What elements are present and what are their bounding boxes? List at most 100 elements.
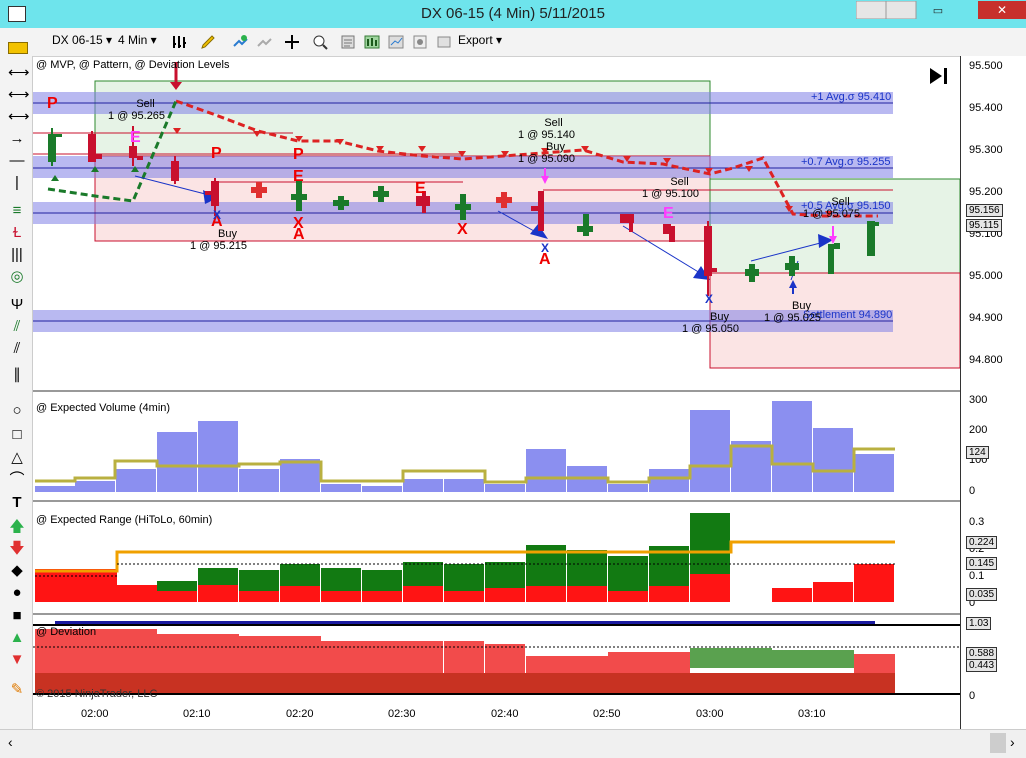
minimize-button[interactable] [856, 1, 887, 19]
price-axis[interactable]: 95.500 95.400 95.300 95.200 95.100 95.00… [960, 56, 1026, 729]
time-tick: 02:30 [388, 708, 416, 720]
trade-label: Buy 1 @ 95.050 [682, 311, 740, 335]
fibonacci-retracement-icon[interactable]: ≡ [8, 202, 26, 220]
instrument-label: DX 06-15 [52, 33, 103, 47]
time-tick: 02:20 [286, 708, 314, 720]
data-box-icon[interactable] [364, 34, 380, 50]
title-bar: DX 06-15 (4 Min) 5/11/2015 ✕ ▭ [0, 0, 1026, 28]
triangle-icon[interactable]: △ [8, 449, 26, 467]
dot-icon[interactable]: ● [8, 584, 26, 602]
export-label: Export [458, 33, 493, 47]
ellipse-icon[interactable]: ○ [8, 402, 26, 420]
horizontal-scrollbar[interactable]: ‹ › [0, 729, 1026, 758]
pattern-letter: P [211, 145, 222, 162]
svg-text:X: X [705, 292, 713, 306]
volume-panel [35, 401, 895, 492]
period-label: 4 Min [118, 33, 148, 47]
triangle-down-icon[interactable]: ▼ [8, 651, 26, 669]
andrews-pitchfork-icon[interactable]: Ψ [8, 296, 26, 314]
properties-icon[interactable] [340, 34, 356, 50]
price-tick: 95.000 [969, 270, 1003, 282]
range-tick: 0.1 [969, 570, 985, 582]
fibonacci-extension-icon[interactable]: Ɫ [8, 224, 26, 242]
pattern-letter: E [663, 205, 674, 222]
range-marker: 0.145 [966, 557, 998, 570]
range-panel-label: @ Expected Range (HiToLo, 60min) [36, 514, 213, 526]
period-selector[interactable]: 4 Min ▾ [118, 33, 157, 47]
value-zone-right-green [709, 178, 960, 274]
range-marker: 0.035 [966, 588, 998, 601]
time-tick: 02:50 [593, 708, 621, 720]
crosshair-icon[interactable] [284, 34, 300, 50]
gann-fan-icon[interactable]: ⫽ [8, 318, 26, 336]
trade-label: Buy 1 @ 95.090 [518, 141, 576, 165]
next-bar-icon[interactable] [930, 68, 947, 84]
horizontal-line-icon[interactable]: — [8, 152, 26, 170]
vertical-line-icon[interactable]: | [8, 174, 26, 192]
pattern-letter: P [293, 146, 304, 163]
snapshot-icon[interactable] [436, 34, 452, 50]
time-tick: 03:10 [798, 708, 826, 720]
volume-marker: 124 [966, 446, 989, 459]
arc-icon[interactable]: ⌒ [8, 471, 26, 489]
volume-tick: 200 [969, 424, 988, 436]
deviation-panel-label: @ Deviation [36, 626, 97, 638]
chart-area[interactable]: P E P P E E X X A A A E XXX @ MVP, @ Pat… [33, 56, 960, 729]
fibonacci-circle-icon[interactable]: ◎ [8, 268, 26, 286]
arrow-down-icon[interactable]: 🡇 [8, 540, 26, 558]
triangle-up-icon[interactable]: ▲ [8, 629, 26, 647]
ruler-icon[interactable] [8, 42, 28, 54]
pencil-icon[interactable] [200, 34, 216, 50]
pattern-letter: E [415, 180, 426, 197]
remove-drawings-icon[interactable]: ✎ [8, 681, 26, 699]
instrument-link-icon[interactable] [412, 34, 428, 50]
pattern-letter: P [47, 95, 58, 112]
price-tick: 94.800 [969, 354, 1003, 366]
restore-button[interactable] [885, 1, 917, 19]
time-tick: 03:00 [696, 708, 724, 720]
chart-trader-icon[interactable] [388, 34, 404, 50]
scroll-thumb[interactable] [990, 733, 1006, 753]
extended-line-icon[interactable]: ⟷ [8, 86, 30, 104]
level-label: +0.7 Avg.σ 95.255 [801, 156, 891, 168]
time-tick: 02:40 [491, 708, 519, 720]
price-marker: 95.156 [966, 204, 1003, 217]
diamond-icon[interactable]: ◆ [8, 562, 26, 580]
range-tick: 0.3 [969, 516, 985, 528]
text-tool-icon[interactable]: T [8, 494, 26, 512]
time-axis[interactable]: 02:00 02:10 02:20 02:30 02:40 02:50 03:0… [33, 705, 960, 729]
add-indicator-icon[interactable] [232, 34, 248, 50]
zoom-icon[interactable] [312, 34, 328, 50]
time-tick: 02:00 [81, 708, 109, 720]
pattern-letter: A [293, 226, 305, 243]
strategy-icon[interactable] [256, 34, 272, 50]
volume-tick: 0 [969, 485, 976, 497]
regression-channel-icon[interactable]: ⫽ [8, 340, 26, 358]
square-icon[interactable]: ■ [8, 607, 26, 625]
trade-label: Sell 1 @ 95.140 [518, 117, 576, 141]
arrow-up-icon[interactable]: 🡅 [8, 518, 26, 536]
time-zones-icon[interactable]: ||| [8, 246, 26, 264]
bar-type-icon[interactable] [172, 34, 188, 50]
scroll-right-icon[interactable]: › [1010, 734, 1015, 750]
export-menu[interactable]: Export ▾ [458, 33, 502, 47]
deviation-tick: 0 [969, 690, 976, 702]
arrow-line-icon[interactable]: → [8, 130, 26, 148]
scroll-left-icon[interactable]: ‹ [8, 734, 13, 750]
level-label: +1 Avg.σ 95.410 [811, 91, 892, 103]
line-tool-icon[interactable]: ⟷ [8, 64, 30, 82]
trade-label: Buy 1 @ 95.025 [764, 300, 822, 324]
time-tick: 02:10 [183, 708, 211, 720]
price-tick: 95.400 [969, 102, 1003, 114]
svg-text:X: X [213, 208, 221, 222]
deviation-marker: 1.03 [966, 617, 992, 630]
rectangle-icon[interactable]: □ [8, 426, 26, 444]
chart-toolbar: DX 06-15 ▾ 4 Min ▾ Export ▾ [0, 28, 1026, 57]
ray-icon[interactable]: ⟷ [8, 108, 30, 126]
trade-label: Buy 1 @ 95.215 [190, 228, 248, 252]
trend-channel-icon[interactable]: ∥ [8, 366, 26, 384]
deviation-panel [33, 621, 960, 695]
price-tick: 95.500 [969, 60, 1003, 72]
trade-label: Sell 1 @ 95.100 [642, 176, 700, 200]
instrument-selector[interactable]: DX 06-15 ▾ [52, 33, 112, 47]
